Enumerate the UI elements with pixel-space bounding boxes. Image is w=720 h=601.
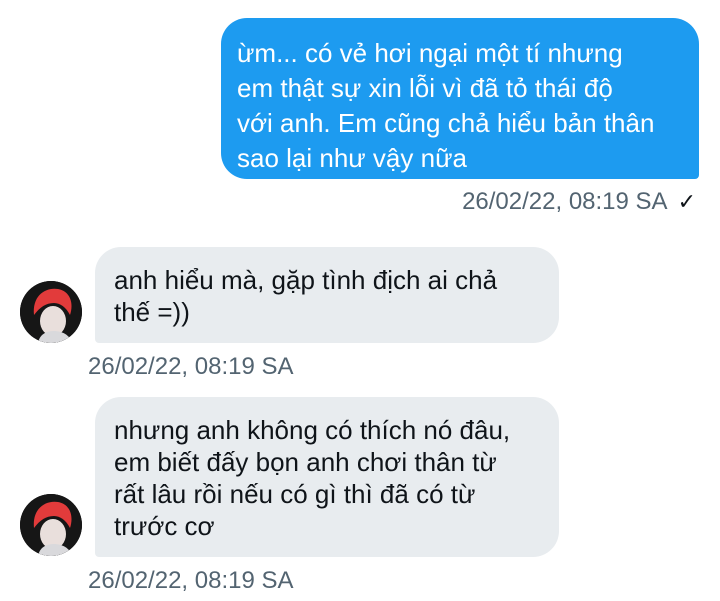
message-text-line: em thật sự xin lỗi vì đã tỏ thái độ xyxy=(237,73,613,103)
avatar-image xyxy=(20,281,82,343)
avatar[interactable] xyxy=(20,494,82,556)
message-text-line: anh hiểu mà, gặp tình địch ai chả xyxy=(114,265,498,295)
message-text-line: sao lại như vậy nữa xyxy=(237,143,467,173)
message-text-line: thế =)) xyxy=(114,297,190,327)
message-text-line: em biết đấy bọn anh chơi thân từ xyxy=(114,447,497,477)
message-text-line: rất lâu rồi nếu có gì thì đã có từ xyxy=(114,479,476,509)
sent-message-bubble[interactable]: ừm... có vẻ hơi ngại một tí nhưng em thậ… xyxy=(221,18,699,179)
message-text-line: với anh. Em cũng chả hiểu bản thân xyxy=(237,108,655,138)
message-text-line: nhưng anh không có thích nó đâu, xyxy=(114,415,511,445)
message-timestamp: 26/02/22, 08:19 SA ✓ xyxy=(462,187,696,217)
check-icon: ✓ xyxy=(677,189,696,214)
message-text-line: trước cơ xyxy=(114,511,215,541)
timestamp-text: 26/02/22, 08:19 SA xyxy=(462,188,668,215)
message-timestamp: 26/02/22, 08:19 SA xyxy=(88,353,294,380)
avatar-image xyxy=(20,494,82,556)
avatar[interactable] xyxy=(20,281,82,343)
message-text-line: ừm... có vẻ hơi ngại một tí nhưng xyxy=(237,38,623,68)
message-timestamp: 26/02/22, 08:19 SA xyxy=(88,567,294,594)
received-message-bubble[interactable]: anh hiểu mà, gặp tình địch ai chả thế =)… xyxy=(95,247,559,343)
received-message-bubble[interactable]: nhưng anh không có thích nó đâu, em biết… xyxy=(95,397,559,557)
